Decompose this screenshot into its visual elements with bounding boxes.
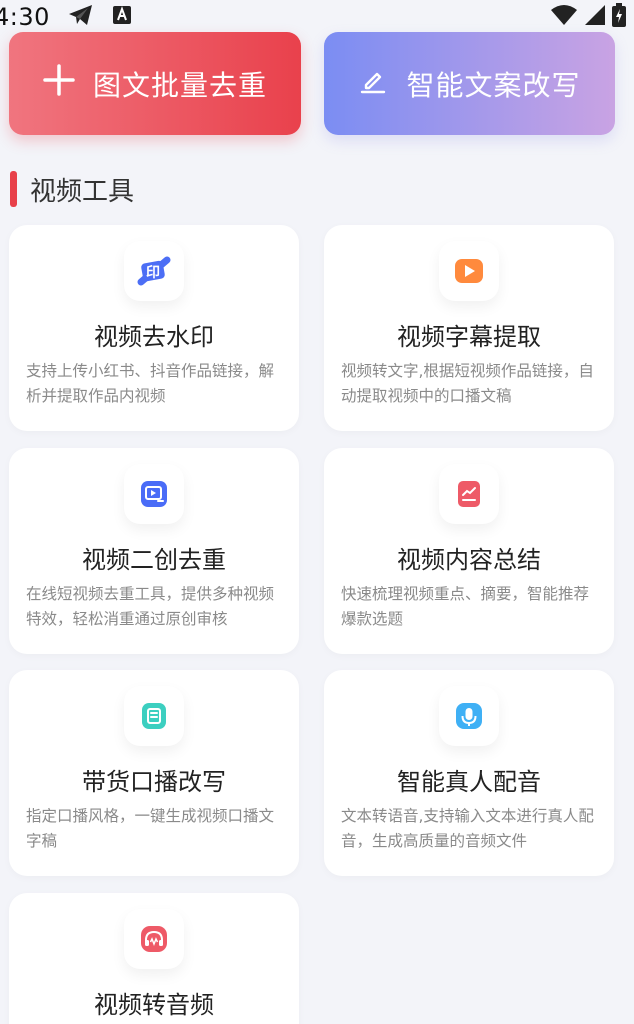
tool-card-ai-voiceover[interactable]: 智能真人配音 文本转语音,支持输入文本进行真人配音，生成高质量的音频文件 <box>324 670 614 876</box>
tool-desc: 支持上传小红书、抖音作品链接，解析并提取作品内视频 <box>26 362 275 405</box>
document-icon <box>124 686 184 746</box>
tool-card-subtitle-extract[interactable]: 视频字幕提取 视频转文字,根据短视频作品链接，自动提取视频中的口播文稿 <box>324 225 614 431</box>
tool-title: 视频字幕提取 <box>397 323 541 351</box>
batch-dedupe-button[interactable]: 图文批量去重 <box>9 32 301 135</box>
microphone-icon <box>439 686 499 746</box>
signal-icon <box>584 4 606 30</box>
font-a-icon <box>112 5 132 29</box>
watermark-stamp-icon: 印 <box>124 241 184 301</box>
plus-icon <box>43 64 75 103</box>
smart-rewrite-button[interactable]: 智能文案改写 <box>324 32 615 135</box>
top-actions: 图文批量去重 智能文案改写 <box>0 32 634 136</box>
tool-desc: 指定口播风格，一键生成视频口播文字稿 <box>26 807 275 850</box>
battery-charging-icon <box>612 3 626 31</box>
telegram-icon <box>68 4 94 30</box>
tool-title: 智能真人配音 <box>397 768 541 796</box>
tool-desc: 文本转语音,支持输入文本进行真人配音，生成高质量的音频文件 <box>341 807 594 850</box>
svg-text:印: 印 <box>146 264 160 281</box>
tool-title: 视频二创去重 <box>82 546 226 574</box>
summary-chart-icon <box>439 464 499 524</box>
app-screen: 4:30 图文批量去重 智能文案改写 视频工具 印 视频去水印 支持上传小红书、… <box>0 0 634 1024</box>
headphones-icon <box>124 909 184 969</box>
smart-rewrite-label: 智能文案改写 <box>406 68 581 102</box>
tool-desc: 快速梳理视频重点、摘要，智能推荐爆款选题 <box>341 585 590 628</box>
status-bar: 4:30 <box>0 0 634 34</box>
tool-card-video-remix-dedupe[interactable]: 视频二创去重 在线短视频去重工具，提供多种视频特效，轻松消重通过原创审核 <box>9 448 299 654</box>
wifi-icon <box>550 4 578 30</box>
tool-card-video-to-audio[interactable]: 视频转音频 <box>9 893 299 1024</box>
pen-icon <box>358 65 388 102</box>
tool-card-remove-watermark[interactable]: 印 视频去水印 支持上传小红书、抖音作品链接，解析并提取作品内视频 <box>9 225 299 431</box>
section-title: 视频工具 <box>30 176 135 207</box>
tool-card-content-summary[interactable]: 视频内容总结 快速梳理视频重点、摘要，智能推荐爆款选题 <box>324 448 614 654</box>
tool-title: 视频去水印 <box>94 323 214 351</box>
tool-title: 带货口播改写 <box>82 768 226 796</box>
status-time: 4:30 <box>0 3 50 31</box>
section-accent-bar <box>10 171 17 207</box>
section-header: 视频工具 <box>10 170 134 208</box>
tool-desc: 视频转文字,根据短视频作品链接，自动提取视频中的口播文稿 <box>341 362 594 405</box>
tool-title: 视频转音频 <box>94 991 214 1019</box>
tool-desc: 在线短视频去重工具，提供多种视频特效，轻松消重通过原创审核 <box>26 585 275 628</box>
tool-title: 视频内容总结 <box>397 546 541 574</box>
tool-card-live-script-rewrite[interactable]: 带货口播改写 指定口播风格，一键生成视频口播文字稿 <box>9 670 299 876</box>
video-edit-icon <box>124 464 184 524</box>
batch-dedupe-label: 图文批量去重 <box>92 68 267 102</box>
play-icon <box>439 241 499 301</box>
